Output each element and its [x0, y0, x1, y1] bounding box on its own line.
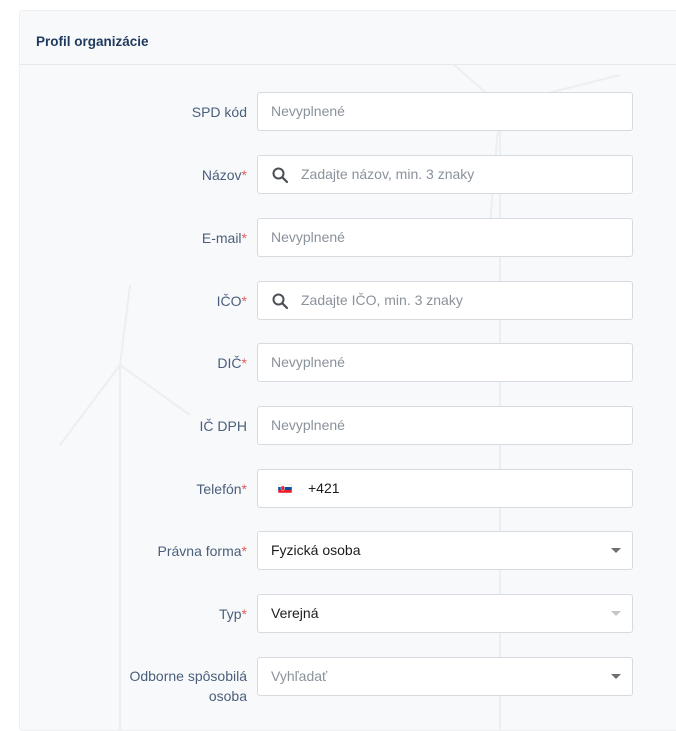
form-row-typ: Typ* Verejná [20, 594, 676, 634]
icdph-placeholder: Nevyplnené [271, 417, 345, 433]
slovakia-flag-icon[interactable] [278, 484, 292, 493]
form-row-odborne: Odborne spôsobilá osoba Vyhľadať [20, 657, 676, 704]
icdph-label-text: IČ DPH [199, 418, 247, 434]
required-marker: * [241, 543, 247, 559]
card-title: Profil organizácie [36, 34, 149, 49]
odborne-placeholder: Vyhľadať [271, 668, 328, 684]
pravna-forma-label-text: Právna forma [157, 543, 242, 559]
form-row-dic: DIČ* Nevyplnené [20, 343, 676, 383]
typ-label-text: Typ [218, 606, 242, 622]
required-marker: * [241, 481, 247, 497]
form-row-email: E-mail* Nevyplnené [20, 218, 676, 258]
required-marker: * [241, 355, 247, 371]
icdph-input[interactable]: Nevyplnené [257, 406, 633, 445]
chevron-down-icon [611, 611, 621, 616]
organization-profile-card: Profil organizácie SPD kód Nevyplnené Ná… [19, 10, 676, 731]
email-field[interactable]: Nevyplnené [257, 218, 633, 257]
odborne-label-line1: Odborne spôsobilá [129, 668, 247, 684]
search-icon [272, 293, 289, 310]
dic-label: DIČ* [217, 343, 247, 383]
form-row-spd: SPD kód Nevyplnené [20, 92, 676, 132]
form-row-telefon: Telefón* +421 [20, 469, 676, 509]
typ-value: Verejná [271, 605, 319, 621]
phone-prefix: +421 [308, 480, 340, 496]
form-row-nazov: Názov* Zadajte názov, min. 3 znaky [20, 155, 676, 195]
form-row-ico: IČO* Zadajte IČO, min. 3 znaky [20, 281, 676, 321]
card-header: Profil organizácie [20, 11, 676, 65]
email-label-text: E-mail [201, 230, 242, 246]
chevron-down-icon [611, 548, 621, 553]
pravna-forma-label: Právna forma* [158, 531, 248, 571]
typ-label: Typ* [219, 594, 247, 634]
ico-label-text: IČO [216, 293, 242, 309]
odborne-label: Odborne spôsobilá osoba [129, 666, 247, 706]
required-marker: * [241, 606, 247, 622]
spd-input[interactable]: Nevyplnené [257, 92, 633, 131]
ico-label: IČO* [217, 281, 247, 321]
nazov-label: Názov* [202, 155, 247, 195]
dic-input[interactable]: Nevyplnené [257, 343, 633, 382]
nazov-label-text: Názov [201, 167, 242, 183]
chevron-down-icon [611, 674, 621, 679]
form-row-icdph: IČ DPH Nevyplnené [20, 406, 676, 446]
icdph-label: IČ DPH [200, 406, 247, 446]
phone-input[interactable]: +421 [257, 469, 633, 508]
odborne-search-select[interactable]: Vyhľadať [257, 657, 633, 696]
required-marker: * [241, 230, 247, 246]
email-label: E-mail* [202, 218, 247, 258]
required-marker: * [241, 293, 247, 309]
ico-search-input[interactable]: Zadajte IČO, min. 3 znaky [257, 281, 633, 320]
required-marker: * [241, 167, 247, 183]
email-placeholder: Nevyplnené [271, 229, 345, 245]
telefon-label-text: Telefón [196, 481, 242, 497]
spd-label: SPD kód [192, 92, 247, 132]
dic-label-text: DIČ [217, 355, 242, 371]
dic-placeholder: Nevyplnené [271, 354, 345, 370]
spd-label-text: SPD kód [191, 104, 247, 120]
search-icon [272, 167, 289, 184]
nazov-placeholder: Zadajte názov, min. 3 znaky [301, 166, 475, 182]
spd-placeholder: Nevyplnené [271, 103, 345, 119]
pravna-forma-select[interactable]: Fyzická osoba [257, 531, 633, 570]
typ-select[interactable]: Verejná [257, 594, 633, 633]
form-row-pravna-forma: Právna forma* Fyzická osoba [20, 531, 676, 571]
telefon-label: Telefón* [196, 469, 247, 509]
pravna-forma-value: Fyzická osoba [271, 542, 361, 558]
nazov-search-input[interactable]: Zadajte názov, min. 3 znaky [257, 155, 633, 194]
odborne-label-line2: osoba [208, 688, 247, 704]
ico-placeholder: Zadajte IČO, min. 3 znaky [301, 292, 463, 308]
